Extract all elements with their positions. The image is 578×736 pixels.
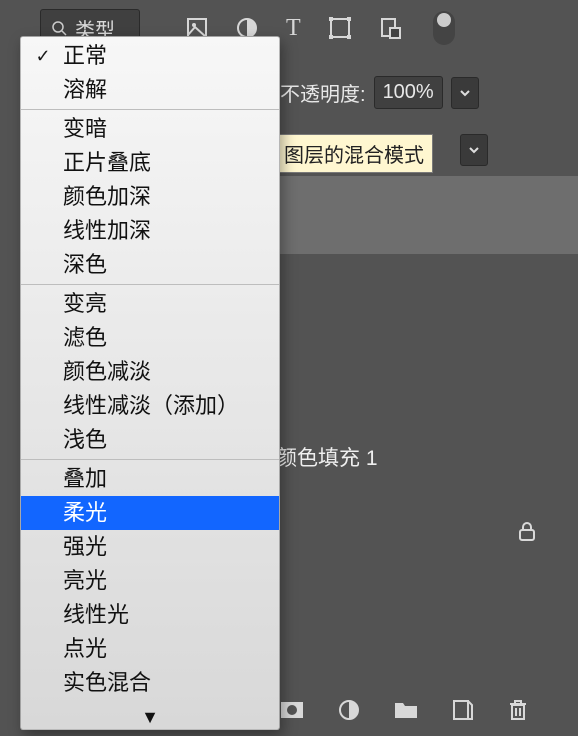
blend-mode-option[interactable]: 深色 <box>21 248 279 282</box>
fill-dropdown-button[interactable] <box>460 134 488 166</box>
blend-mode-option[interactable]: 滤色 <box>21 321 279 355</box>
type-layer-filter-icon[interactable]: T <box>286 15 301 42</box>
blend-mode-option-label: 线性光 <box>63 600 129 630</box>
blend-mode-option-label: 颜色加深 <box>63 182 151 212</box>
blend-mode-option[interactable]: 线性光 <box>21 598 279 632</box>
blend-mode-option-label: 正片叠底 <box>63 148 151 178</box>
blend-mode-option[interactable]: 颜色减淡 <box>21 355 279 389</box>
opacity-input[interactable]: 100% <box>374 76 443 109</box>
blend-mode-option-label: 溶解 <box>63 75 107 105</box>
smartobject-layer-filter-icon[interactable] <box>379 17 401 39</box>
blend-mode-option-label: 线性加深 <box>63 216 151 246</box>
scroll-down-arrow[interactable]: ▼ <box>21 707 279 729</box>
blend-mode-option[interactable]: ✓ 正常 <box>21 39 279 73</box>
search-icon <box>51 20 67 36</box>
blend-mode-option-label: 强光 <box>63 532 107 562</box>
blend-mode-option[interactable]: 点光 <box>21 632 279 666</box>
filter-toggle[interactable] <box>433 11 455 45</box>
blend-mode-option-label: 浅色 <box>63 425 107 455</box>
blend-mode-option-label: 颜色减淡 <box>63 357 151 387</box>
blend-mode-option-label: 实色混合 <box>63 668 151 698</box>
blend-mode-option[interactable]: 叠加 <box>21 462 279 496</box>
blend-mode-tooltip: 图层的混合模式 <box>275 134 433 173</box>
blend-mode-option-label: 叠加 <box>63 464 107 494</box>
blend-mode-option-label: 亮光 <box>63 566 107 596</box>
blend-mode-option[interactable]: 变暗 <box>21 112 279 146</box>
shape-layer-filter-icon[interactable] <box>329 17 351 39</box>
group-icon[interactable] <box>394 700 418 720</box>
blend-mode-option-label: 柔光 <box>63 498 107 528</box>
new-layer-icon[interactable] <box>452 699 474 721</box>
trash-icon[interactable] <box>508 699 528 721</box>
blend-mode-option-label: 滤色 <box>63 323 107 353</box>
blend-mode-dropdown[interactable]: ✓ 正常溶解变暗正片叠底颜色加深线性加深深色变亮滤色颜色减淡线性减淡（添加） 浅色叠… <box>20 36 280 730</box>
blend-mode-option-label: 变亮 <box>63 289 107 319</box>
checkmark-icon: ✓ <box>31 41 55 71</box>
blend-mode-option[interactable]: 柔光 <box>21 496 279 530</box>
add-mask-icon[interactable] <box>280 699 304 721</box>
layer-name[interactable]: 颜色填充 1 <box>276 442 378 472</box>
blend-mode-option[interactable]: 浅色 <box>21 423 279 457</box>
opacity-label: 不透明度: <box>280 78 366 107</box>
blend-mode-option[interactable]: 正片叠底 <box>21 146 279 180</box>
opacity-dropdown-button[interactable] <box>451 77 479 109</box>
chevron-down-icon <box>468 144 480 156</box>
blend-mode-option[interactable]: 颜色加深 <box>21 180 279 214</box>
blend-mode-option-label: 线性减淡（添加） <box>63 391 239 421</box>
blend-mode-option[interactable]: 溶解 <box>21 73 279 107</box>
blend-mode-option[interactable]: 线性加深 <box>21 214 279 248</box>
blend-mode-option-label: 正常 <box>63 41 107 71</box>
blend-mode-option[interactable]: 亮光 <box>21 564 279 598</box>
blend-mode-option[interactable]: 强光 <box>21 530 279 564</box>
lock-icon <box>516 520 538 542</box>
blend-mode-option[interactable]: 变亮 <box>21 287 279 321</box>
opacity-value: 100% <box>383 81 434 104</box>
chevron-down-icon <box>459 87 471 99</box>
layer-entry-bg <box>280 176 578 254</box>
blend-mode-option-label: 变暗 <box>63 114 107 144</box>
blend-mode-option[interactable]: 线性减淡（添加） <box>21 389 279 423</box>
blend-mode-option-label: 深色 <box>63 250 107 280</box>
blend-mode-option[interactable]: 实色混合 <box>21 666 279 700</box>
adjustment-layer-icon[interactable] <box>338 699 360 721</box>
blend-mode-option-label: 点光 <box>63 634 107 664</box>
